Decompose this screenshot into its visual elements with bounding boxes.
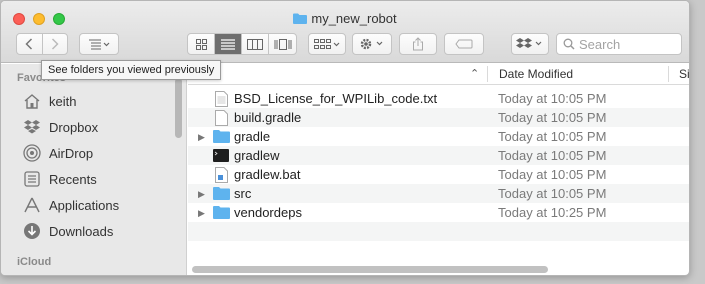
sidebar-item-label: keith [49,93,77,109]
file-name: build.gradle [234,110,302,125]
file-list: ⌃ Date Modified Si BSD_License_for_WPILi… [188,64,689,275]
file-name: src [234,186,252,201]
file-name: vendordeps [234,205,302,220]
dropbox-icon [24,120,40,134]
file-date: Today at 10:05 PM [498,167,607,182]
tooltip: See folders you viewed previously [41,60,222,80]
grid-icon [195,38,207,50]
search-icon [563,38,575,50]
column-size[interactable]: Si [679,67,689,81]
tags-button[interactable] [444,33,484,55]
file-date: Today at 10:25 PM [498,205,607,220]
downloads-icon [24,223,40,239]
file-name: gradle [234,129,271,144]
gallery-view-button[interactable] [269,34,296,54]
column-divider[interactable] [668,66,669,82]
disclosure-triangle-icon[interactable]: ▶ [198,208,205,219]
file-icon [215,110,228,126]
file-date: Today at 10:05 PM [498,186,607,201]
list-menu-icon [89,39,110,50]
search-field[interactable]: Search [556,33,682,55]
column-view-button[interactable] [242,34,269,54]
tag-icon [455,39,473,49]
sidebar-item-keith[interactable]: keith [23,90,76,112]
folder-icon [213,130,230,143]
file-name: gradlew.bat [234,167,301,182]
back-forward-control [16,33,68,55]
sidebar-item-label: Applications [49,197,120,213]
path-menu-button[interactable] [79,33,119,55]
sidebar-item-applications[interactable]: Applications [23,194,119,216]
disclosure-triangle-icon[interactable]: ▶ [198,189,205,200]
sidebar-item-downloads[interactable]: Downloads [23,220,113,242]
folder-icon [293,13,308,24]
window-title-text: my_new_robot [311,11,397,26]
file-date: Today at 10:05 PM [498,148,607,163]
sidebar-item-label: Downloads [49,223,114,239]
sidebar-item-label: Recents [49,171,97,187]
folder-icon [213,187,230,200]
text-file-icon [215,91,228,107]
group-icon [314,39,340,49]
view-mode-control [187,33,297,55]
home-icon [24,94,40,109]
search-placeholder: Search [579,36,621,52]
columns-icon [247,38,263,50]
dropbox-menu-button[interactable] [511,33,549,55]
empty-row [188,222,689,241]
action-menu-button[interactable] [352,33,392,55]
folder-row[interactable]: ▶ vendordeps Today at 10:25 PM [188,203,689,222]
gear-icon [360,38,383,50]
file-row[interactable]: BSD_License_for_WPILib_code.txt Today at… [188,89,689,108]
sidebar-item-label: Dropbox [49,119,99,135]
file-date: Today at 10:05 PM [498,129,607,144]
list-view-icon [221,38,235,50]
file-name: BSD_License_for_WPILib_code.txt [234,91,438,106]
file-row[interactable]: gradlew.bat Today at 10:05 PM [188,165,689,184]
file-row[interactable]: build.gradle Today at 10:05 PM [188,108,689,127]
gallery-icon [274,38,291,50]
window-title: my_new_robot [1,11,689,26]
applications-icon [24,197,40,213]
sidebar: Favorites keith Dropbox AirDrop Recents [1,64,187,275]
bat-file-icon [215,167,228,183]
chevron-right-icon [51,38,59,50]
sidebar-icloud-header: iCloud [17,256,52,268]
back-button[interactable] [17,34,43,54]
icon-view-button[interactable] [188,34,215,54]
dropbox-icon [516,38,542,48]
group-menu-button[interactable] [308,33,346,55]
sidebar-item-dropbox[interactable]: Dropbox [23,116,98,138]
folder-icon [213,206,230,219]
sidebar-scrollbar[interactable] [175,78,182,138]
share-button[interactable] [399,33,437,55]
file-date: Today at 10:05 PM [498,91,607,106]
file-name: gradlew [234,148,280,163]
sidebar-item-airdrop[interactable]: AirDrop [23,142,93,164]
terminal-icon [213,149,229,162]
folder-row[interactable]: ▶ src Today at 10:05 PM [188,184,689,203]
sidebar-item-recents[interactable]: Recents [23,168,97,190]
recents-icon [24,171,40,187]
forward-button[interactable] [43,34,68,54]
file-date: Today at 10:05 PM [498,110,607,125]
folder-row[interactable]: ▶ gradle Today at 10:05 PM [188,127,689,146]
column-header: ⌃ Date Modified Si [188,64,689,85]
airdrop-icon [23,144,41,162]
titlebar: my_new_robot Search [1,1,689,63]
column-date-modified[interactable]: Date Modified [499,67,573,81]
finder-window: my_new_robot Search See folders you view… [0,0,690,276]
share-icon [413,37,423,51]
chevron-left-icon [25,38,33,50]
horizontal-scrollbar[interactable] [192,266,548,273]
file-row[interactable]: gradlew Today at 10:05 PM [188,146,689,165]
column-divider[interactable] [487,66,488,82]
disclosure-triangle-icon[interactable]: ▶ [198,132,205,143]
list-view-button[interactable] [215,34,242,54]
sort-ascending-icon[interactable]: ⌃ [470,67,479,80]
empty-row [188,241,689,260]
sidebar-item-label: AirDrop [49,145,94,161]
